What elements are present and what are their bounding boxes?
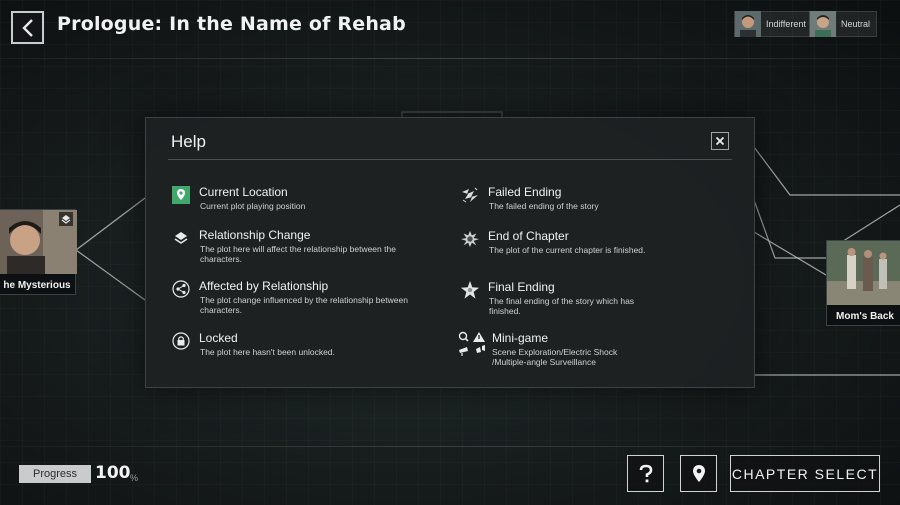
location-pin-icon xyxy=(692,464,705,482)
story-node-mysterious[interactable]: he Mysterious xyxy=(0,209,77,295)
status-label: Neutral xyxy=(841,19,871,29)
legend-desc: The plot change influenced by the relati… xyxy=(200,295,408,315)
progress-label: Progress xyxy=(19,465,91,483)
node-label: he Mysterious xyxy=(3,280,71,291)
status-chip-indifferent[interactable]: Indifferent xyxy=(734,11,813,37)
relationship-change-icon xyxy=(171,228,191,248)
affected-by-relationship-icon xyxy=(171,279,191,299)
lock-icon xyxy=(171,331,191,351)
close-icon xyxy=(715,136,725,146)
legend-desc: The plot here hasn't been unlocked. xyxy=(200,347,335,357)
help-title: Help xyxy=(171,132,206,151)
legend-name: Failed Ending xyxy=(488,185,562,199)
chapter-title: Prologue: In the Name of Rehab xyxy=(57,13,406,35)
top-divider xyxy=(0,58,900,59)
bottom-divider xyxy=(0,446,900,447)
question-mark-icon xyxy=(639,464,652,482)
legend-desc: The plot here will affect the relationsh… xyxy=(200,244,396,264)
progress-value: 100 xyxy=(95,463,131,483)
progress-unit: % xyxy=(130,473,139,483)
current-location-icon xyxy=(171,185,191,205)
node-thumbnail xyxy=(827,241,900,305)
legend-name: Affected by Relationship xyxy=(199,279,329,293)
chapter-select-button[interactable]: CHAPTER SELECT xyxy=(730,455,880,492)
legend-name: End of Chapter xyxy=(488,229,569,243)
character-portrait-icon xyxy=(810,11,836,37)
legend-name: Locked xyxy=(199,331,238,345)
help-dialog: Help Current Location Current plot playi… xyxy=(145,117,755,388)
end-of-chapter-icon xyxy=(460,229,480,249)
relationship-change-icon xyxy=(59,212,73,226)
legend-name: Relationship Change xyxy=(199,228,311,242)
status-chip-neutral[interactable]: Neutral xyxy=(809,11,878,37)
story-node-moms-back[interactable]: Mom's Back xyxy=(826,240,900,326)
back-button[interactable] xyxy=(11,11,44,44)
legend-name: Mini-game xyxy=(492,331,549,345)
help-button[interactable] xyxy=(627,455,664,492)
failed-ending-icon xyxy=(460,185,480,205)
help-divider xyxy=(168,159,732,160)
legend-desc: Current plot playing position xyxy=(200,201,306,211)
final-ending-icon xyxy=(460,280,480,300)
legend-desc: The final ending of the story which has … xyxy=(489,296,635,316)
legend-desc: The plot of the current chapter is finis… xyxy=(489,245,646,255)
character-portrait-icon xyxy=(735,11,761,37)
chevron-left-icon xyxy=(21,18,33,37)
node-label: Mom's Back xyxy=(836,311,894,322)
status-label: Indifferent xyxy=(766,19,806,29)
legend-desc: Scene Exploration/Electric Shock /Multip… xyxy=(492,347,618,367)
legend-name: Current Location xyxy=(199,185,288,199)
mini-game-icon xyxy=(458,331,488,365)
close-button[interactable] xyxy=(711,132,729,150)
legend-desc: The failed ending of the story xyxy=(489,201,599,211)
location-button[interactable] xyxy=(680,455,717,492)
legend-name: Final Ending xyxy=(488,280,555,294)
